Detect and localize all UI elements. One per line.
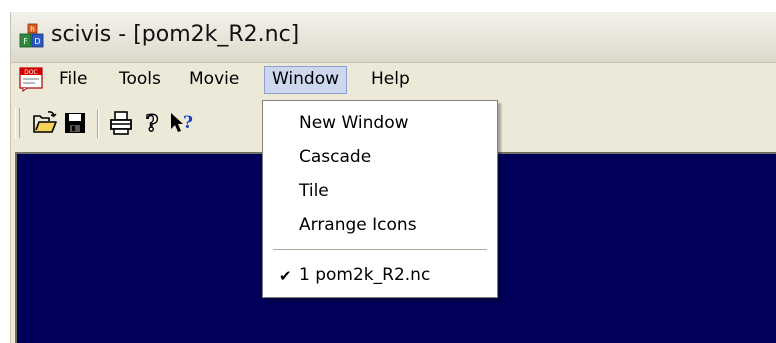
menu-help[interactable]: Help	[364, 66, 417, 92]
svg-text:?: ?	[183, 113, 193, 133]
context-help-pointer-icon[interactable]: ?	[167, 109, 195, 137]
doc-icon[interactable]: DOC	[17, 66, 45, 92]
menu-item-new-window[interactable]: New Window	[263, 109, 497, 137]
printer-icon[interactable]	[107, 109, 135, 137]
menu-item-cascade[interactable]: Cascade	[263, 143, 497, 171]
help-question-icon[interactable]: ?	[138, 109, 166, 137]
menu-movie[interactable]: Movie	[182, 66, 246, 92]
window-title: scivis - [pom2k_R2.nc]	[51, 22, 300, 47]
svg-text:D: D	[34, 37, 40, 46]
svg-text:?: ?	[146, 111, 159, 137]
menu-item-document-1[interactable]: ✔ 1 pom2k_R2.nc	[263, 261, 497, 289]
svg-text:DOC: DOC	[24, 69, 38, 76]
menu-file[interactable]: File	[52, 66, 94, 92]
save-disk-icon[interactable]	[61, 109, 89, 137]
toolbar-separator	[97, 110, 98, 138]
checkmark-icon: ✔	[279, 267, 292, 285]
window-dropdown-menu: New Window Cascade Tile Arrange Icons ✔ …	[262, 100, 498, 298]
toolbar-grip[interactable]	[15, 108, 20, 138]
menu-bar: DOC File Tools Movie Window Help	[11, 63, 776, 95]
menu-tools[interactable]: Tools	[112, 66, 168, 92]
menu-item-tile[interactable]: Tile	[263, 177, 497, 205]
menu-separator	[273, 249, 487, 250]
svg-text:F: F	[23, 37, 28, 46]
svg-text:h: h	[30, 26, 34, 34]
title-bar[interactable]: h F D scivis - [pom2k_R2.nc]	[11, 12, 776, 63]
menu-item-arrange-icons[interactable]: Arrange Icons	[263, 211, 497, 239]
open-folder-icon[interactable]	[31, 109, 59, 137]
scivis-app-icon: h F D	[19, 23, 44, 48]
menu-window[interactable]: Window	[264, 66, 348, 94]
